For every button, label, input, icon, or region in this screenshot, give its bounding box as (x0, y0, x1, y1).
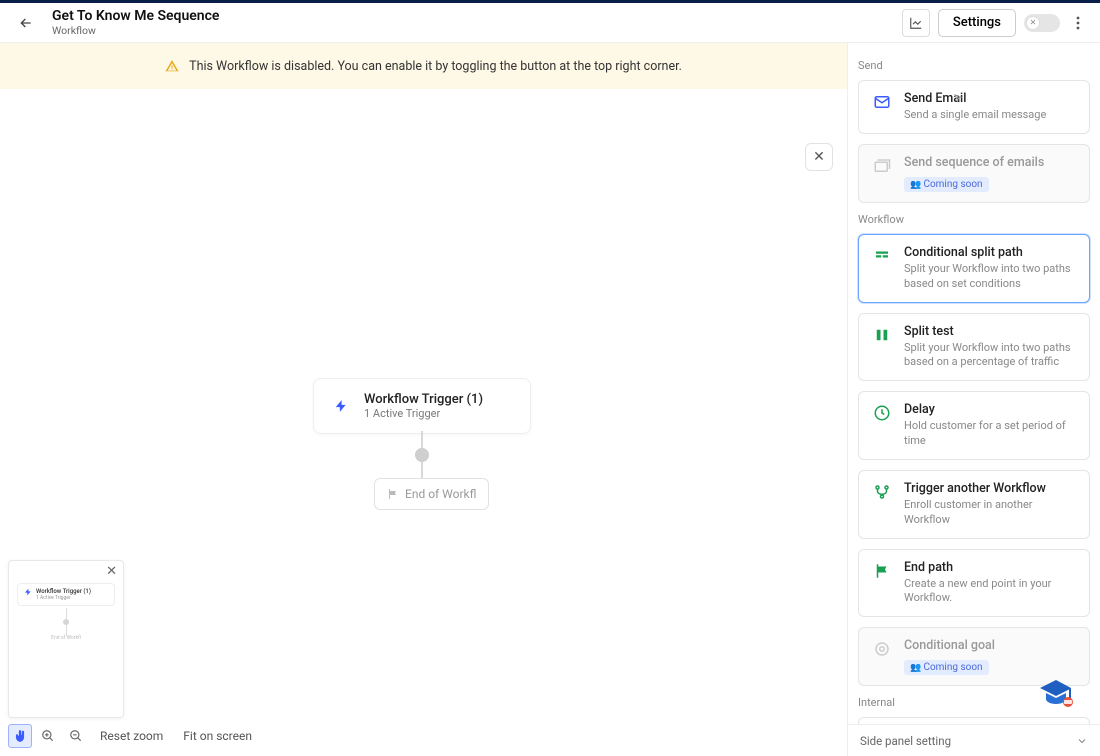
enable-toggle[interactable]: ✕ (1024, 14, 1060, 32)
coming-soon-badge: Coming soon (904, 177, 989, 192)
close-side-panel-button[interactable]: ✕ (805, 143, 833, 171)
minimap-dot (63, 619, 69, 625)
analytics-button[interactable] (902, 9, 930, 37)
page-subtitle: Workflow (52, 24, 219, 37)
side-panel-footer[interactable]: Side panel setting (848, 724, 1100, 756)
action-desc: Send a single email message (904, 108, 1046, 123)
warning-text: This Workflow is disabled. You can enabl… (189, 59, 682, 74)
action-conditional-split[interactable]: Conditional split path Split your Workfl… (858, 234, 1090, 303)
action-end-path[interactable]: End path Create a new end point in your … (858, 549, 1090, 618)
add-step-dot[interactable] (415, 448, 429, 462)
close-icon: ✕ (813, 149, 825, 165)
action-delay[interactable]: Delay Hold customer for a set period of … (858, 391, 1090, 460)
page-title: Get To Know Me Sequence (52, 8, 219, 24)
zoom-out-button[interactable] (64, 724, 88, 748)
flag-checkered-icon (871, 562, 893, 607)
reset-zoom-button[interactable]: Reset zoom (92, 729, 171, 743)
action-desc: Enroll customer in another Workflow (904, 498, 1077, 528)
action-title: Conditional goal (904, 638, 995, 653)
disabled-warning-banner: This Workflow is disabled. You can enabl… (0, 43, 847, 89)
action-title: Delay (904, 402, 1077, 417)
action-title: Trigger another Workflow (904, 481, 1077, 496)
app-header: Get To Know Me Sequence Workflow Setting… (0, 3, 1100, 43)
action-title: Conditional split path (904, 245, 1077, 260)
back-button[interactable] (12, 9, 40, 37)
canvas-toolbar: Reset zoom Fit on screen (8, 724, 260, 748)
section-send: Send (858, 59, 1090, 72)
minimap-trigger-node: Workflow Trigger (1) 1 Active Trigger (17, 583, 115, 606)
header-title-block: Get To Know Me Sequence Workflow (52, 8, 219, 37)
action-title: Send sequence of emails (904, 155, 1044, 170)
grab-tool-button[interactable] (8, 724, 32, 748)
action-title: End path (904, 560, 1077, 575)
settings-button[interactable]: Settings (938, 9, 1016, 37)
envelope-icon (871, 93, 893, 123)
action-desc: Split your Workflow into two paths based… (904, 262, 1077, 292)
fit-on-screen-button[interactable]: Fit on screen (175, 729, 260, 743)
zoom-out-icon (69, 729, 83, 743)
clock-icon (871, 404, 893, 449)
target-icon (871, 640, 893, 675)
zoom-in-icon (41, 729, 55, 743)
minimap-end-label: End of Workfl (51, 635, 81, 641)
graduation-cap-icon (1038, 678, 1074, 708)
action-desc: Create a new end point in your Workflow. (904, 577, 1077, 607)
workflow-canvas[interactable]: This Workflow is disabled. You can enabl… (0, 43, 847, 756)
side-footer-label: Side panel setting (860, 734, 951, 748)
action-split-test[interactable]: Split test Split your Workflow into two … (858, 313, 1090, 382)
chart-icon (909, 16, 923, 30)
action-desc: Hold customer for a set period of time (904, 419, 1077, 449)
action-desc: Split your Workflow into two paths based… (904, 341, 1077, 371)
minimap-close-button[interactable]: ✕ (106, 564, 117, 579)
envelope-stack-icon (871, 157, 893, 192)
action-trigger-workflow[interactable]: Trigger another Workflow Enroll customer… (858, 470, 1090, 539)
help-widget[interactable] (1038, 678, 1074, 708)
trigger-node[interactable]: Workflow Trigger (1) 1 Active Trigger (313, 378, 531, 434)
more-vertical-icon (1076, 16, 1080, 30)
action-send-sequence: Send sequence of emails Coming soon (858, 144, 1090, 203)
action-title: Split test (904, 324, 1077, 339)
branch-icon (871, 483, 893, 528)
hand-icon (13, 729, 27, 743)
more-menu-button[interactable] (1068, 9, 1088, 37)
trigger-node-subtitle: 1 Active Trigger (364, 407, 483, 420)
action-send-email[interactable]: Send Email Send a single email message (858, 80, 1090, 134)
split-path-icon (871, 247, 893, 292)
lightning-icon (330, 395, 352, 417)
split-test-icon (871, 326, 893, 371)
chevron-down-icon (1076, 735, 1088, 747)
trigger-node-title: Workflow Trigger (1) (364, 392, 483, 407)
section-workflow: Workflow (858, 213, 1090, 226)
coming-soon-badge: Coming soon (904, 660, 989, 675)
action-title: Send Email (904, 91, 1046, 106)
end-of-workflow-node[interactable]: End of Workfl (374, 478, 489, 510)
minimap: ✕ Workflow Trigger (1) 1 Active Trigger … (8, 560, 124, 718)
toggle-knob-icon: ✕ (1026, 16, 1040, 30)
end-node-label: End of Workfl (405, 487, 476, 501)
warning-icon (165, 59, 179, 73)
flag-icon (387, 488, 399, 500)
zoom-in-button[interactable] (36, 724, 60, 748)
cursor-icon (953, 93, 963, 103)
actions-side-panel: Send Send Email Send a single email mess… (847, 43, 1100, 756)
